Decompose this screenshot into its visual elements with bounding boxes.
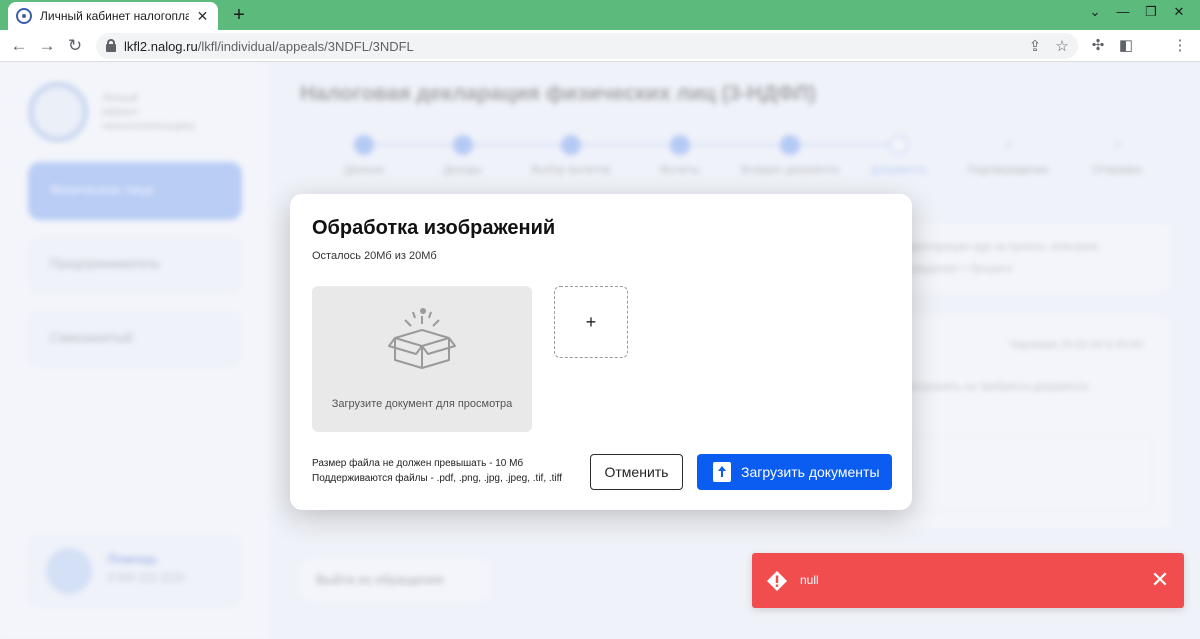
browser-tab[interactable]: Личный кабинет налогоплательщика ✕ — [8, 2, 218, 30]
lock-icon[interactable] — [106, 39, 116, 52]
error-toast: null ✕ — [752, 553, 1184, 608]
nalog-favicon-icon — [16, 8, 32, 24]
upload-documents-button[interactable]: Загрузить документы — [697, 454, 892, 490]
toast-message: null — [800, 573, 819, 587]
close-tab-icon[interactable]: ✕ — [195, 8, 210, 25]
file-formats-hint: Поддерживаются файлы - .pdf, .png, .jpg,… — [312, 473, 563, 484]
forward-button[interactable]: → — [36, 35, 58, 57]
side-panel-icon[interactable]: ◧ — [1116, 36, 1136, 54]
dialog-title: Обработка изображений — [312, 217, 556, 239]
cancel-button[interactable]: Отменить — [590, 454, 683, 490]
bookmark-star-icon[interactable]: ☆ — [1053, 37, 1071, 55]
new-tab-button[interactable]: + — [228, 4, 250, 26]
share-icon[interactable]: ⇪ — [1026, 37, 1044, 55]
url-domain: lkfl2.nalog.ru — [124, 39, 198, 54]
file-size-hint: Размер файла не должен превышать - 10 Мб — [312, 458, 524, 469]
upload-icon — [713, 462, 731, 482]
tab-title: Личный кабинет налогоплательщика — [40, 9, 189, 23]
reload-button[interactable]: ↻ — [64, 35, 86, 57]
tab-search-icon[interactable]: ⌄ — [1084, 4, 1106, 20]
dropzone-label: Загрузите документ для просмотра — [331, 398, 513, 410]
image-processing-dialog: Обработка изображений Осталось 20Мб из 2… — [290, 194, 912, 510]
storage-quota: Осталось 20Мб из 20Мб — [312, 250, 437, 262]
close-window-button[interactable]: ✕ — [1168, 4, 1190, 20]
extensions-icon[interactable]: ✣ — [1088, 36, 1108, 54]
minimize-button[interactable]: — — [1112, 4, 1134, 19]
url-path: /lkfl/individual/appeals/3NDFL/3NDFL — [197, 39, 414, 54]
close-toast-icon[interactable]: ✕ — [1148, 567, 1172, 593]
browser-tab-bar: Личный кабинет налогоплательщика ✕ + ⌄ —… — [0, 0, 1200, 30]
url-text[interactable]: lkfl2.nalog.ru/lkfl/individual/appeals/3… — [124, 39, 414, 54]
menu-icon[interactable]: ⋮ — [1170, 36, 1190, 54]
open-box-icon — [388, 308, 456, 369]
maximize-button[interactable]: ❐ — [1140, 4, 1162, 20]
document-preview-dropzone[interactable]: Загрузите документ для просмотра — [312, 286, 532, 432]
back-button[interactable]: ← — [8, 35, 30, 57]
upload-button-label: Загрузить документы — [741, 464, 880, 480]
address-bar[interactable]: lkfl2.nalog.ru/lkfl/individual/appeals/3… — [96, 33, 1078, 59]
add-document-button[interactable]: + — [554, 286, 628, 358]
error-diamond-icon — [767, 571, 787, 591]
browser-toolbar: ← → ↻ lkfl2.nalog.ru/lkfl/individual/app… — [0, 30, 1200, 62]
